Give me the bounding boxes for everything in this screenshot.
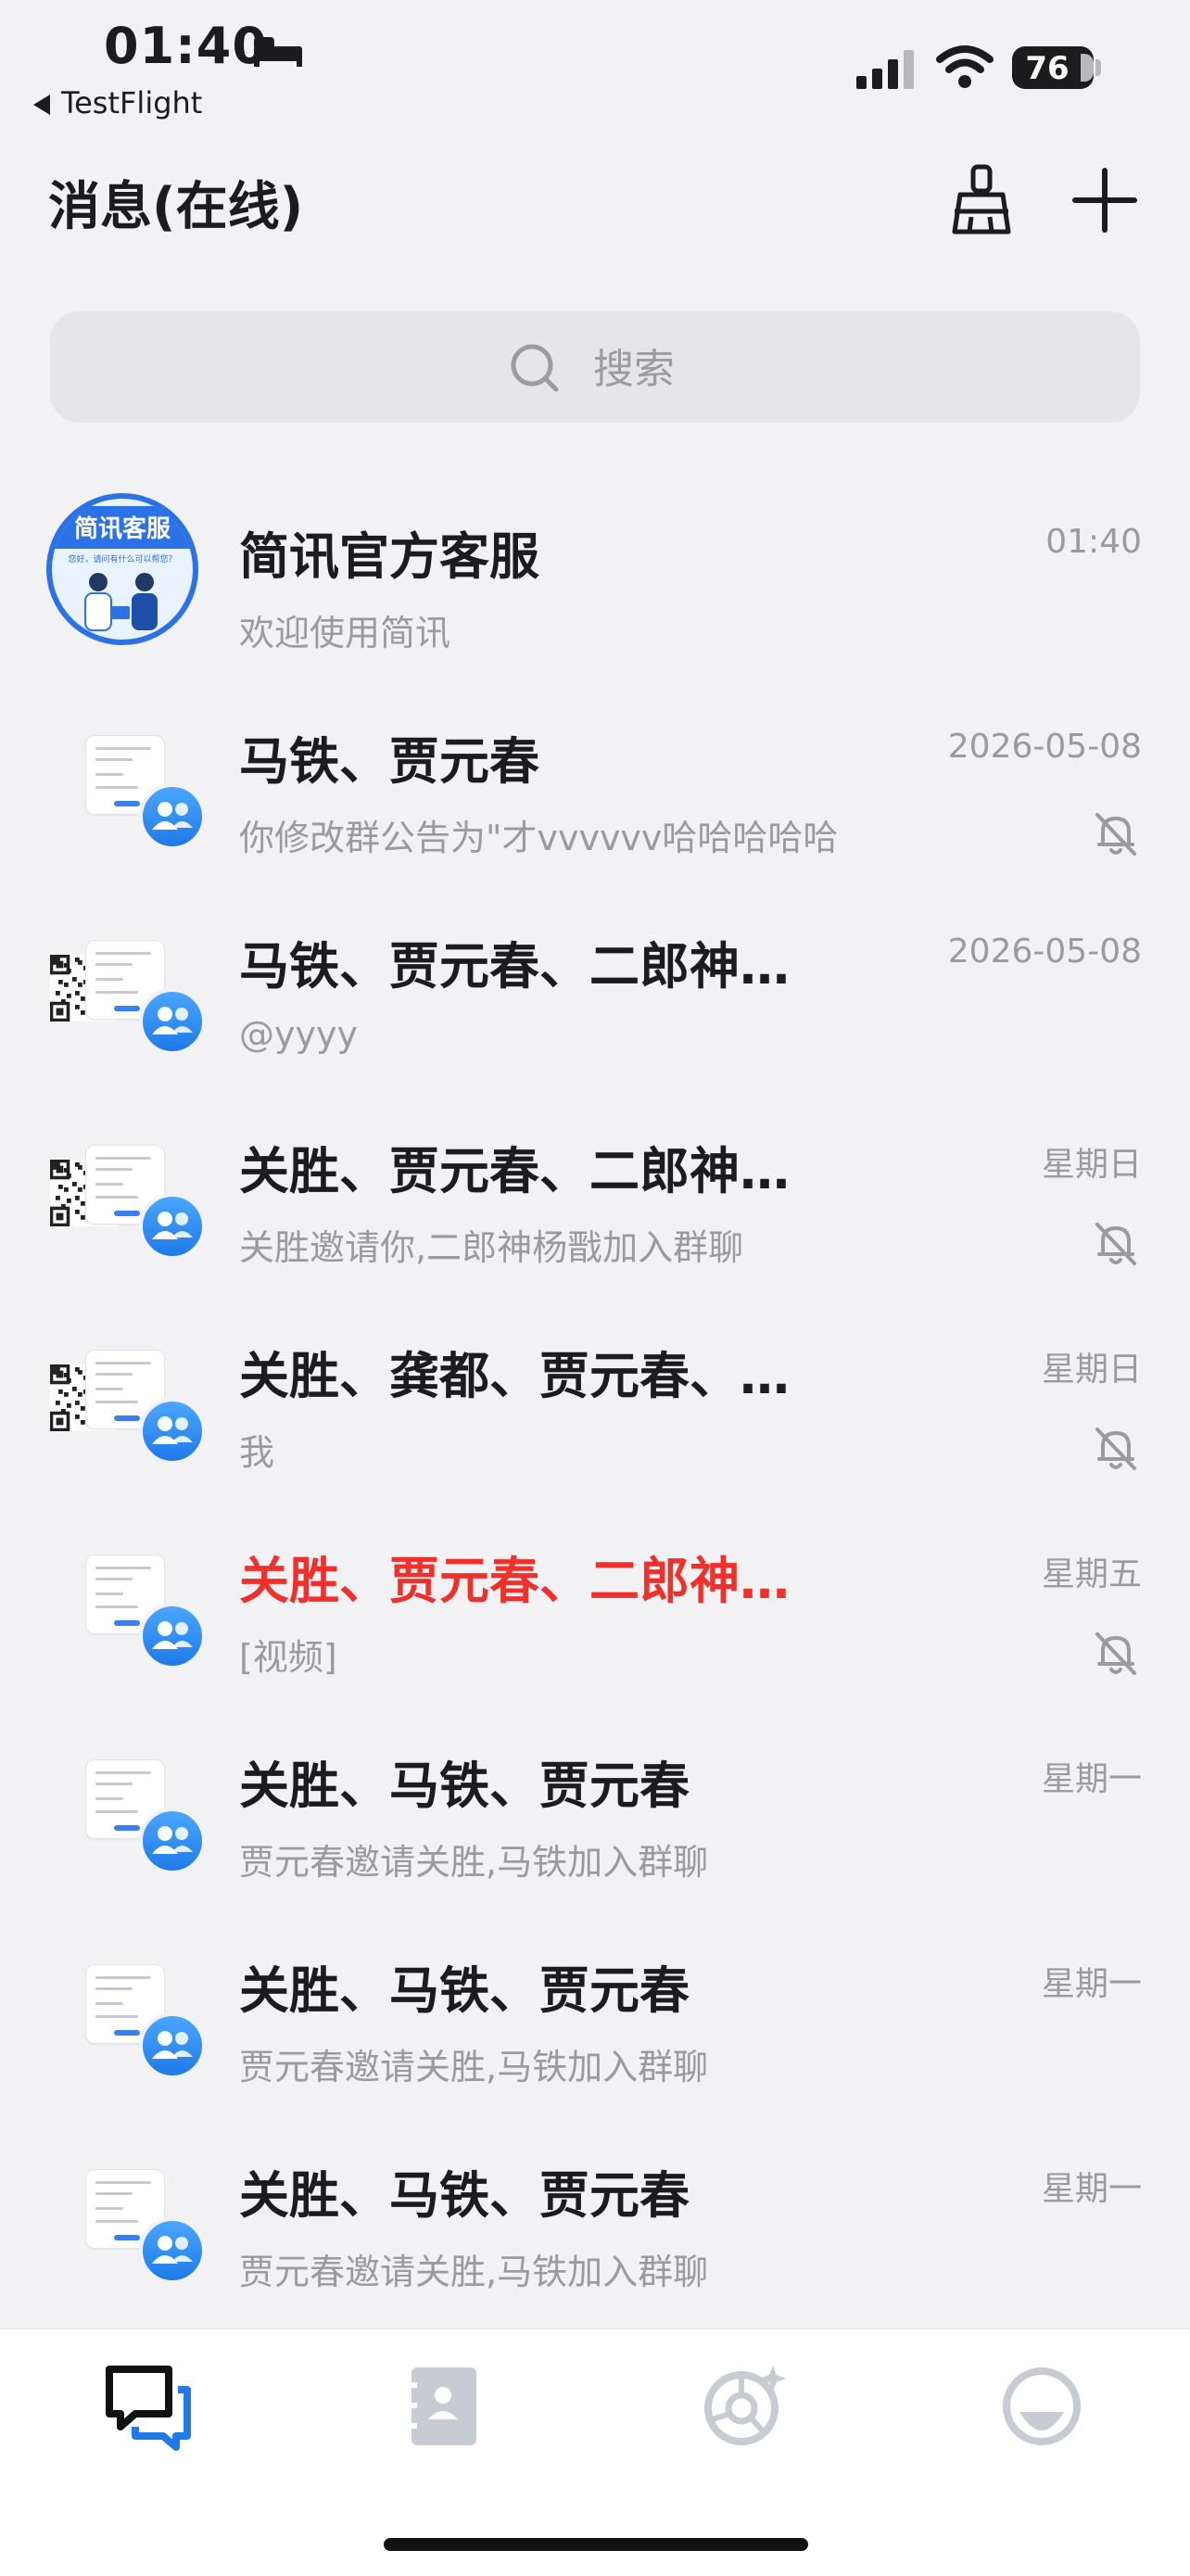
back-to-app-link[interactable]: TestFlight xyxy=(33,85,202,121)
wifi-icon xyxy=(936,45,994,88)
official-service-avatar: 简讯客服您好，请问有什么可以帮您？ xyxy=(46,493,198,645)
conversation-item[interactable]: 关胜、马铁、贾元春贾元春邀请关胜,马铁加入群聊 星期一 xyxy=(0,1711,1190,1915)
page-title: 消息(在线) xyxy=(48,177,304,237)
customer-service-people-icon xyxy=(84,573,158,631)
conversation-title: 关胜、马铁、贾元春 xyxy=(239,1961,690,2020)
bell-muted-icon xyxy=(1095,1428,1136,1470)
conversation-preview: 你修改群公告为"才vvvvvv哈哈哈哈哈 xyxy=(239,818,839,858)
conversation-time: 星期一 xyxy=(1041,2170,1142,2208)
battery-icon: 76 xyxy=(1012,46,1094,89)
group-badge-icon xyxy=(139,2012,206,2079)
conversation-time: 星期一 xyxy=(1041,1965,1142,2003)
conversation-item[interactable]: 简讯客服您好，请问有什么可以帮您？ 简讯官方客服欢迎使用简讯 01:40 xyxy=(0,482,1190,686)
conversation-item[interactable]: 马铁、贾元春你修改群公告为"才vvvvvv哈哈哈哈哈 2026-05-08 xyxy=(0,687,1190,891)
bell-muted-icon xyxy=(1095,1223,1136,1265)
official-avatar-subtitle: 您好，请问有什么可以帮您？ xyxy=(68,555,177,565)
smiley-face-icon[interactable] xyxy=(997,2362,1086,2451)
group-badge-icon xyxy=(139,2217,206,2284)
conversation-item[interactable]: 关胜、贾元春、二郎神杨戬关胜邀请你,二郎神杨戬加入群聊 星期日 xyxy=(0,1097,1190,1301)
conversation-item[interactable]: 马铁、贾元春、二郎神杨戬 @yyyy 2026-05-08 xyxy=(0,892,1190,1096)
sleep-bed-icon xyxy=(254,37,302,67)
conversation-title: 马铁、贾元春 xyxy=(239,732,539,791)
status-time: 01:40 xyxy=(104,17,268,75)
conversation-time: 星期日 xyxy=(1041,1146,1142,1184)
search-icon xyxy=(511,344,559,392)
conversation-item[interactable]: 关胜、贾元春、二郎神杨戬 [视频] 星期五 xyxy=(0,1506,1190,1710)
add-plus-icon[interactable] xyxy=(1071,167,1138,234)
group-badge-icon xyxy=(139,1808,206,1874)
group-badge-icon xyxy=(139,1603,206,1669)
camera-aperture-icon[interactable] xyxy=(699,2362,788,2451)
group-badge-icon xyxy=(139,988,206,1055)
conversation-item[interactable]: 关胜、马铁、贾元春贾元春邀请关胜,马铁加入群聊 星期一 xyxy=(0,2121,1190,2325)
cellular-signal-icon xyxy=(856,50,914,89)
conversation-title: 关胜、贾元春、二郎神杨戬 xyxy=(239,1552,823,1610)
contacts-book-icon[interactable] xyxy=(399,2362,487,2451)
conversation-time: 星期五 xyxy=(1041,1555,1142,1593)
broom-clean-icon[interactable] xyxy=(949,163,1014,237)
conversation-time: 2026-05-08 xyxy=(947,933,1142,971)
conversation-title: 马铁、贾元春、二郎神杨戬 xyxy=(239,937,823,996)
conversation-title: 关胜、龚都、贾元春、二郎神 xyxy=(239,1347,823,1405)
home-indicator xyxy=(384,2538,808,2551)
conversation-time: 2026-05-08 xyxy=(947,728,1142,766)
group-badge-icon xyxy=(139,783,206,850)
conversation-preview: [视频] xyxy=(239,1637,337,1678)
bell-muted-icon xyxy=(1095,1632,1136,1675)
conversation-item[interactable]: 关胜、龚都、贾元春、二郎神我 星期日 xyxy=(0,1301,1190,1505)
search-placeholder: 搜索 xyxy=(593,346,675,393)
group-badge-icon xyxy=(139,1398,206,1465)
group-badge-icon xyxy=(139,1193,206,1260)
conversation-preview: 我 xyxy=(239,1432,275,1473)
conversation-title: 关胜、马铁、贾元春 xyxy=(239,1757,690,1815)
conversation-time: 星期日 xyxy=(1041,1351,1142,1389)
conversation-item[interactable]: 关胜、马铁、贾元春贾元春邀请关胜,马铁加入群聊 星期一 xyxy=(0,1916,1190,2120)
back-app-label: TestFlight xyxy=(61,85,203,121)
conversation-preview: 贾元春邀请关胜,马铁加入群聊 xyxy=(239,2252,709,2292)
conversation-time: 星期一 xyxy=(1041,1760,1142,1798)
conversation-title: 关胜、贾元春、二郎神杨戬 xyxy=(239,1142,823,1200)
conversation-preview: 贾元春邀请关胜,马铁加入群聊 xyxy=(239,1842,709,1883)
conversation-title: 简讯官方客服 xyxy=(239,527,539,586)
battery-level: 76 xyxy=(1025,50,1070,87)
official-avatar-title: 简讯客服 xyxy=(73,515,171,543)
conversation-preview: 贾元春邀请关胜,马铁加入群聊 xyxy=(239,2047,709,2087)
conversation-preview: 关胜邀请你,二郎神杨戬加入群聊 xyxy=(239,1227,744,1268)
conversation-preview: 欢迎使用简讯 xyxy=(239,613,451,654)
back-arrow-icon xyxy=(33,95,50,115)
bell-muted-icon xyxy=(1095,813,1136,856)
conversation-title: 关胜、马铁、贾元春 xyxy=(239,2166,690,2225)
chat-bubbles-icon[interactable] xyxy=(104,2362,193,2451)
conversation-time: 01:40 xyxy=(1045,523,1142,561)
conversation-preview: @yyyy xyxy=(239,1014,358,1055)
battery-cap xyxy=(1095,59,1101,76)
